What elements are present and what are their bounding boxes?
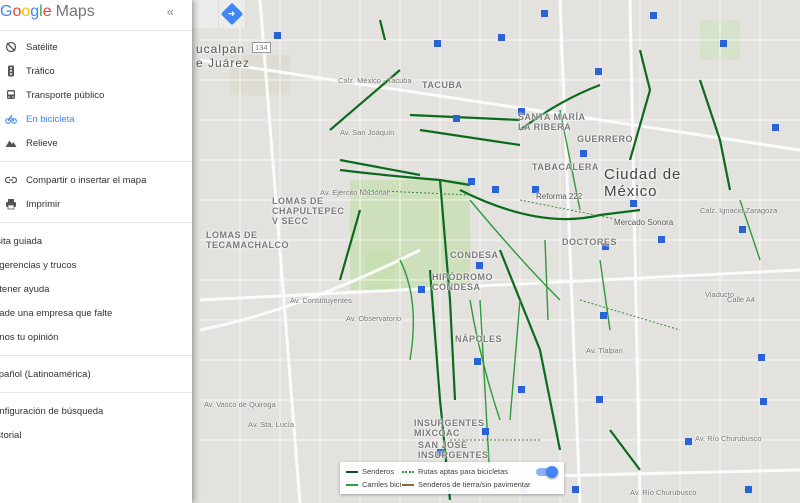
side-menu: Google Maps « Satélite Tráfico Transporte…	[0, 0, 192, 503]
share-embed-item[interactable]: Compartir o insertar el mapa	[0, 168, 192, 192]
language-link[interactable]: spañol (Latinoamérica)	[0, 362, 192, 386]
neighborhood-label: SAN JOSÉ INSURGENTES	[418, 440, 489, 460]
help-get-help-link[interactable]: btener ayuda	[0, 277, 192, 301]
satellite-icon	[0, 41, 22, 53]
layer-label: Satélite	[26, 41, 58, 53]
legend-swatch	[346, 483, 358, 486]
divider	[0, 392, 192, 393]
layer-satellite[interactable]: Satélite	[0, 35, 192, 59]
map-top-controls: ➜	[192, 0, 248, 30]
street-label: Av. San Joaquín	[340, 128, 395, 137]
print-item[interactable]: Imprimir	[0, 192, 192, 216]
legend-label: Carriles bici	[362, 480, 402, 489]
toggle-knob	[546, 466, 558, 478]
street-label: Av. Sta. Lucía	[248, 420, 294, 429]
street-label: Calz. México - Tacuba	[338, 76, 412, 85]
neighborhood-label: TABACALERA	[532, 162, 599, 172]
directions-icon: ➜	[220, 2, 244, 26]
layer-label: Relieve	[26, 137, 58, 149]
street-label: Av. Tlalpan	[586, 346, 623, 355]
legend-swatch	[402, 470, 414, 473]
street-label: Mercado Sonora	[614, 218, 674, 227]
neighborhood-label: CONDESA	[450, 250, 499, 260]
legend-item-bike-lanes: Carriles bici	[346, 480, 401, 489]
google-maps-logo: Google Maps	[0, 3, 95, 20]
side-menu-header: Google Maps «	[0, 0, 192, 31]
directions-button[interactable]: ➜	[219, 0, 246, 28]
layer-label: Tráfico	[26, 65, 55, 77]
street-label: Av. Río Churubusco	[630, 488, 697, 497]
neighborhood-label: LOMAS DE TECAMACHALCO	[206, 230, 289, 250]
street-label: Av. Río Churubusco	[695, 434, 762, 443]
bicycle-icon	[0, 113, 22, 125]
legend-label: Rutas aptas para bicicletas	[418, 467, 509, 476]
divider	[0, 355, 192, 356]
share-icon	[0, 174, 22, 186]
history-link[interactable]: istorial	[0, 423, 192, 447]
neighborhood-label: NÁPOLES	[455, 334, 503, 344]
divider	[0, 161, 192, 162]
neighborhood-label: SANTA MARÍA LA RIBERA	[518, 112, 586, 132]
layer-transit[interactable]: Transporte público	[0, 83, 192, 107]
neighborhood-label: HIPÓDROMO CONDESA	[432, 272, 494, 292]
neighborhood-label: GUERRERO	[577, 134, 634, 144]
legend-label: Senderos	[362, 467, 395, 476]
layer-traffic[interactable]: Tráfico	[0, 59, 192, 83]
neighborhood-label: DOCTORES	[562, 237, 617, 247]
neighborhood-label: LOMAS DE CHAPULTEPEC V SECC	[272, 196, 345, 226]
help-tips-link[interactable]: ugerencias y trucos	[0, 253, 192, 277]
traffic-icon	[0, 65, 22, 77]
street-label: Calz. Ignacio Zaragoza	[700, 206, 778, 215]
legend-swatch	[346, 470, 358, 473]
map-search-area[interactable]	[192, 0, 219, 28]
legend-item-trails: Senderos	[346, 467, 394, 476]
terrain-icon	[0, 137, 22, 149]
neighborhood-label: INSURGENTES MIXCOAC	[414, 418, 485, 438]
neighborhood-label: TACUBA	[422, 80, 463, 90]
street-label: Av. Vasco de Quiroga	[204, 400, 276, 409]
street-label: Av. Observatorio	[346, 314, 402, 323]
legend-label: Senderos de tierra/sin pavimentar	[418, 480, 531, 489]
menu-label: Imprimir	[26, 198, 61, 210]
help-tour-link[interactable]: isita guiada	[0, 229, 192, 253]
street-label: Av. Constituyentes	[290, 296, 352, 305]
layer-bicycling[interactable]: En bicicleta	[0, 107, 192, 131]
city-edge-label: ucalpan e Juárez	[196, 42, 250, 70]
legend-item-dirt-trails: Senderos de tierra/sin pavimentar	[402, 480, 531, 489]
street-label: Av. Ejército Nacional	[320, 188, 389, 197]
divider	[0, 222, 192, 223]
city-label-line1: Ciudad de	[604, 166, 682, 183]
street-label: Reforma 222	[536, 192, 583, 201]
bicycle-legend: Senderos Carriles bici Rutas aptas para …	[340, 462, 564, 494]
feedback-link[interactable]: anos tu opinión	[0, 325, 192, 349]
route-shield: 134	[252, 42, 271, 53]
menu-label: Compartir o insertar el mapa	[26, 174, 147, 186]
collapse-menu-button[interactable]: «	[167, 4, 174, 19]
print-icon	[0, 198, 22, 210]
city-edge-line2: e Juárez	[196, 56, 251, 70]
city-edge-line1: ucalpan	[196, 42, 246, 56]
legend-swatch	[402, 483, 414, 486]
city-label: Ciudad de México	[604, 166, 681, 200]
city-label-line2: México	[604, 183, 658, 200]
street-label: Calle A4	[727, 295, 755, 304]
add-business-link[interactable]: ñade una empresa que falte	[0, 301, 192, 325]
legend-item-bike-friendly: Rutas aptas para bicicletas	[402, 467, 508, 476]
legend-toggle[interactable]	[536, 466, 558, 478]
search-settings-link[interactable]: onfiguración de búsqueda	[0, 399, 192, 423]
transit-icon	[0, 89, 22, 101]
layer-label: En bicicleta	[26, 113, 75, 125]
layer-terrain[interactable]: Relieve	[0, 131, 192, 155]
layer-label: Transporte público	[26, 89, 105, 101]
